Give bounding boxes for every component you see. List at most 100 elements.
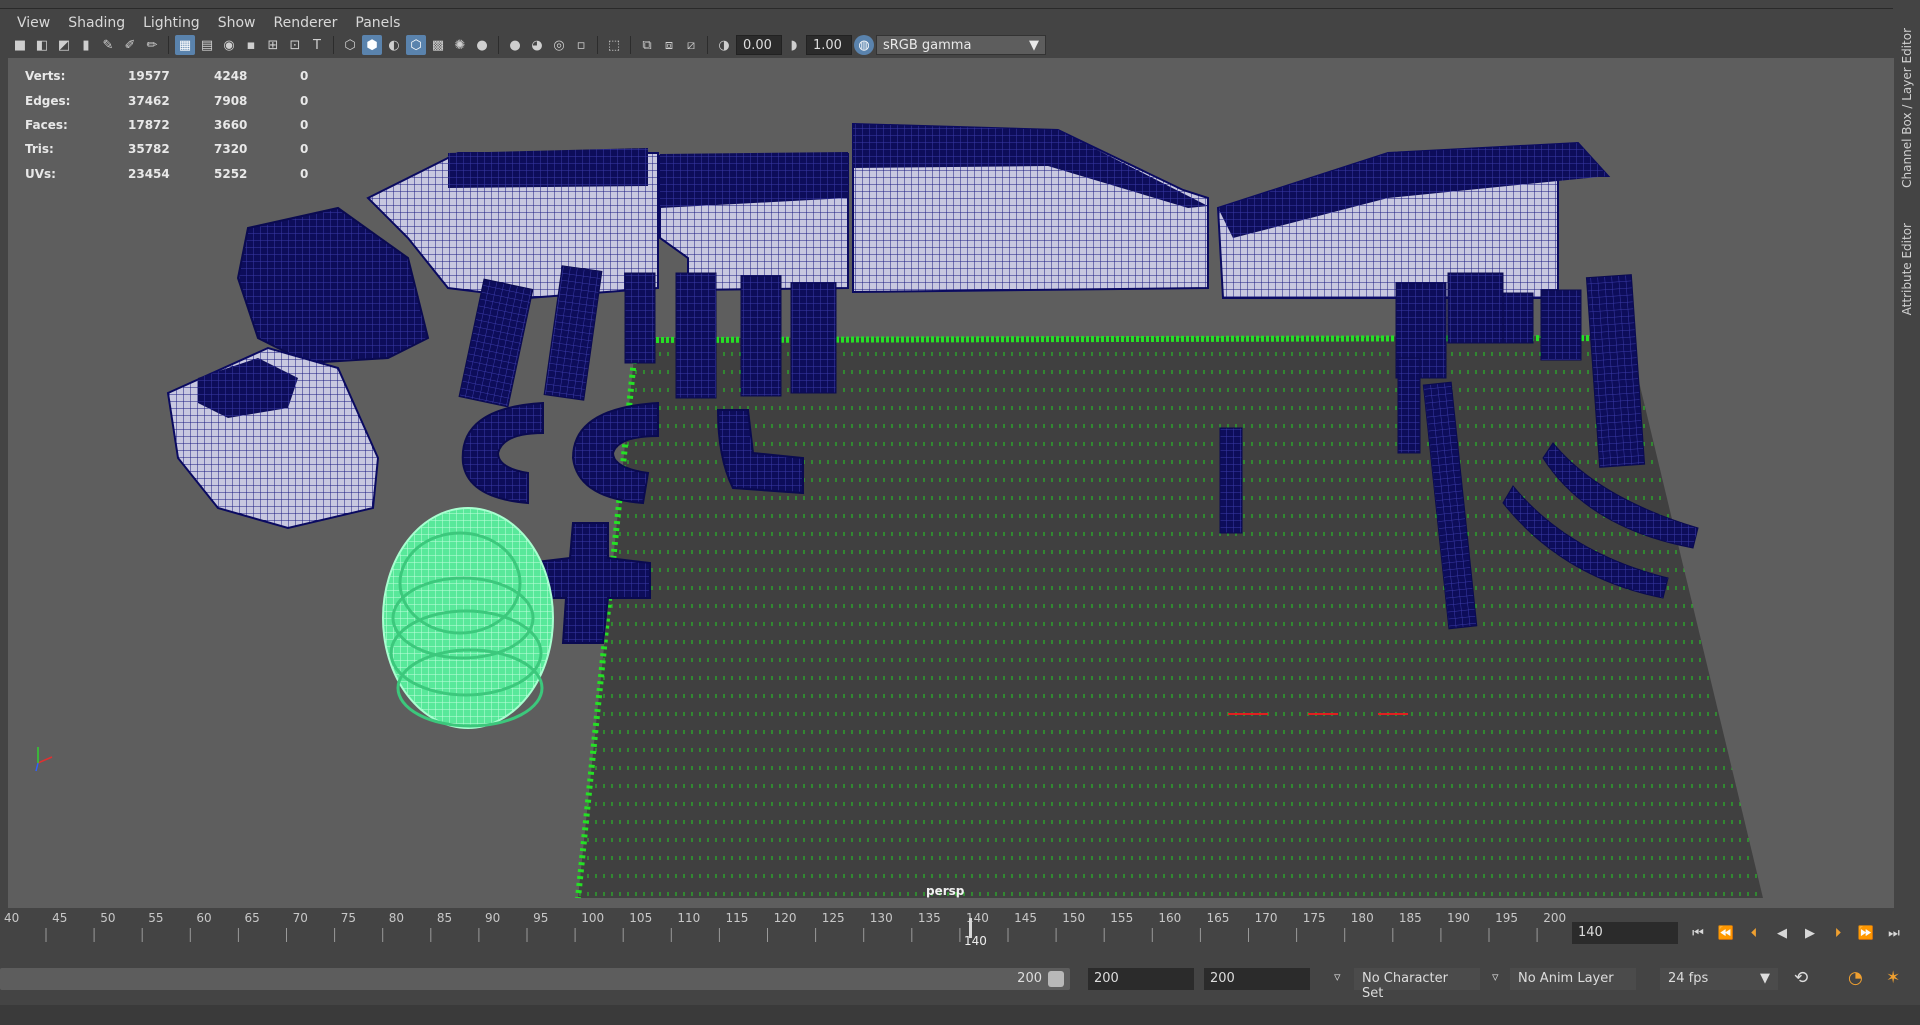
tab-attribute-editor[interactable]: Attribute Editor — [1900, 223, 1914, 315]
menu-view[interactable]: View — [10, 15, 61, 31]
perspective-viewport[interactable]: Verts: 19577 4248 0 Edges: 37462 7908 0 … — [8, 58, 1894, 908]
hud-value: 19577 — [128, 69, 170, 84]
right-pipe-6 — [1397, 357, 1421, 454]
play-backwards-icon[interactable]: ◀ — [1770, 922, 1794, 944]
fps-dropdown[interactable]: 24 fps ▼ — [1660, 968, 1778, 990]
gamma-field[interactable]: 1.00 — [806, 35, 852, 55]
toolbar-separator — [707, 36, 708, 54]
xray-joints-icon[interactable]: ⧄ — [681, 35, 701, 55]
range-slider-end-label: 200 — [1017, 971, 1042, 986]
tab-channel-box[interactable]: Channel Box / Layer Editor — [1900, 28, 1914, 188]
grid-icon[interactable]: ▦ — [175, 35, 195, 55]
timeline-tick-label: 180 — [1351, 911, 1374, 925]
menu-panels[interactable]: Panels — [348, 15, 411, 31]
view-transform-dropdown[interactable]: sRGB gamma ▼ — [876, 35, 1046, 55]
smooth-shade-icon[interactable]: ⬢ — [362, 35, 382, 55]
anim-layer-menu[interactable]: No Anim Layer — [1510, 968, 1636, 990]
exposure-field[interactable]: 0.00 — [736, 35, 782, 55]
play-forwards-icon[interactable]: ▶ — [1798, 922, 1822, 944]
isolate-select-icon[interactable]: ⬚ — [604, 35, 624, 55]
bookmark-icon[interactable]: ◩ — [54, 35, 74, 55]
xray-icon[interactable]: ⧉ — [637, 35, 657, 55]
timeline-tick-label: 165 — [1207, 911, 1230, 925]
timeline-tick-label: 190 — [1447, 911, 1470, 925]
hud-value: 7320 — [214, 142, 248, 157]
step-back-key-icon[interactable]: ⏪ — [1714, 922, 1738, 944]
resolution-gate-icon[interactable]: ◉ — [219, 35, 239, 55]
safe-title-icon[interactable]: T — [307, 35, 327, 55]
anim-preferences-icon[interactable]: ✶ — [1886, 968, 1900, 988]
camera-attributes-icon[interactable]: ◧ — [32, 35, 52, 55]
image-plane-icon[interactable]: ▮ — [76, 35, 96, 55]
two-d-pan-zoom-icon[interactable]: ✎ — [98, 35, 118, 55]
default-material-icon[interactable]: ◐ — [384, 35, 404, 55]
playback-end-field[interactable]: 200 — [1204, 968, 1310, 990]
auto-key-icon[interactable]: ◔ — [1848, 968, 1863, 988]
timeline-tick-label: 195 — [1495, 911, 1518, 925]
step-back-frame-icon[interactable]: ⏴ — [1742, 922, 1766, 944]
chevron-down-icon[interactable]: ▿ — [1492, 970, 1499, 985]
shadows-icon[interactable]: ● — [472, 35, 492, 55]
time-slider-ruler: 40 45 50 55 60 65 70 75 80 85 90 95 100 105 110 115 120 1… — [4, 911, 1566, 942]
use-all-lights-icon[interactable]: ✺ — [450, 35, 470, 55]
anim-end-field[interactable]: 200 — [1088, 968, 1194, 990]
chevron-down-icon[interactable]: ▿ — [1334, 970, 1341, 985]
panel-toolbar: ■ ◧ ◩ ▮ ✎ ✐ ✏ ▦ ▤ ◉ ▪ ⊞ ⊡ T ⬡ ⬢ ◐ ⬡ ▩ ✺ … — [0, 33, 1893, 57]
go-to-end-icon[interactable]: ⏭ — [1882, 922, 1906, 944]
exposure-icon[interactable]: ◑ — [714, 35, 734, 55]
side-tab-strip: Channel Box / Layer Editor Attribute Edi… — [1897, 8, 1920, 908]
toolbar-separator — [630, 36, 631, 54]
wireframe-on-shaded-icon[interactable]: ⬡ — [406, 35, 426, 55]
timeline-tick-label: 65 — [245, 911, 260, 925]
depth-of-field-icon[interactable]: ▫ — [571, 35, 591, 55]
hud-value: 0 — [300, 142, 309, 157]
timeline-tick-label: 40 — [4, 911, 19, 925]
range-slider-handle[interactable] — [1048, 971, 1064, 987]
step-forward-frame-icon[interactable]: ⏵ — [1826, 922, 1850, 944]
safe-action-icon[interactable]: ⊡ — [285, 35, 305, 55]
menu-shading[interactable]: Shading — [61, 15, 136, 31]
field-chart-icon[interactable]: ⊞ — [263, 35, 283, 55]
timeline-tick-label: 80 — [389, 911, 404, 925]
timeline-tick-label: 90 — [485, 911, 500, 925]
timeline-tick-label: 200 — [1543, 911, 1566, 925]
pipe-3 — [624, 272, 656, 364]
floor-post — [1219, 427, 1243, 534]
camera-icon[interactable]: ■ — [10, 35, 30, 55]
timeline-tick-label: 85 — [437, 911, 452, 925]
menu-show[interactable]: Show — [211, 15, 267, 31]
range-slider[interactable]: 200 — [0, 968, 1070, 990]
current-frame-field[interactable]: 140 — [1572, 922, 1678, 944]
wireframe-icon[interactable]: ⬡ — [340, 35, 360, 55]
go-to-start-icon[interactable]: ⏮ — [1686, 922, 1710, 944]
hud-value: 17872 — [128, 117, 170, 132]
grease-pencil-frame-icon[interactable]: ✏ — [142, 35, 162, 55]
motion-blur-icon[interactable]: ◕ — [527, 35, 547, 55]
hud-value: 0 — [300, 166, 309, 181]
timeline-tick-label: 100 — [581, 911, 604, 925]
loop-icon[interactable]: ⟲ — [1794, 968, 1808, 988]
anti-aliasing-icon[interactable]: ◎ — [549, 35, 569, 55]
right-pipe-4 — [1540, 289, 1582, 361]
timeline-tick-label: 155 — [1110, 911, 1133, 925]
textured-icon[interactable]: ▩ — [428, 35, 448, 55]
hud-value: 7908 — [214, 93, 248, 108]
character-set-menu[interactable]: No Character Set — [1354, 968, 1480, 1001]
menu-lighting[interactable]: Lighting — [136, 15, 211, 31]
timeline-tick-label: 120 — [774, 911, 797, 925]
grease-pencil-icon[interactable]: ✐ — [120, 35, 140, 55]
hud-value: 5252 — [214, 166, 248, 181]
gamma-icon[interactable]: ◗ — [784, 35, 804, 55]
screen-space-ao-icon[interactable]: ● — [505, 35, 525, 55]
color-management-icon[interactable]: ◍ — [854, 35, 874, 55]
pipe-1 — [458, 278, 534, 408]
menu-renderer[interactable]: Renderer — [266, 15, 348, 31]
xray-active-components-icon[interactable]: ⧈ — [659, 35, 679, 55]
command-line-bar — [0, 1005, 1920, 1025]
film-gate-icon[interactable]: ▤ — [197, 35, 217, 55]
hud-value: 4248 — [214, 69, 248, 84]
hud-row: Faces: 17872 3660 0 — [25, 113, 308, 137]
gate-mask-icon[interactable]: ▪ — [241, 35, 261, 55]
step-forward-key-icon[interactable]: ⏩ — [1854, 922, 1878, 944]
time-slider[interactable]: 40 45 50 55 60 65 70 75 80 85 90 95 100 105 110 115 120 1… — [0, 908, 1572, 952]
